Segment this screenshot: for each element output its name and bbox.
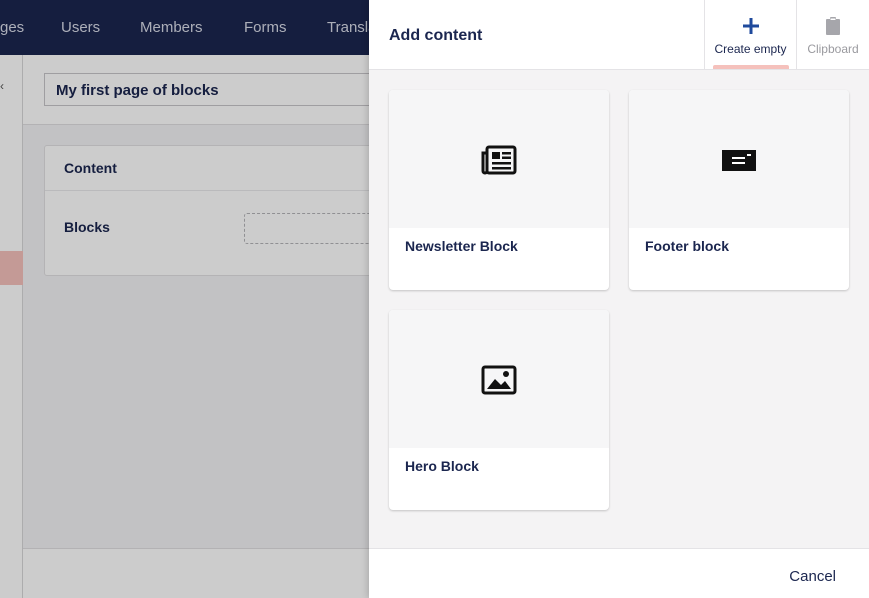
clipboard-icon bbox=[826, 17, 840, 35]
clipboard-label: Clipboard bbox=[807, 42, 859, 56]
create-empty-button[interactable]: Create empty bbox=[704, 0, 796, 69]
picture-icon bbox=[481, 365, 517, 395]
plus-icon bbox=[742, 18, 759, 34]
create-empty-label: Create empty bbox=[714, 42, 787, 56]
newspaper-icon bbox=[481, 145, 517, 175]
clipboard-button[interactable]: Clipboard bbox=[796, 0, 869, 69]
block-card-label: Newsletter Block bbox=[405, 238, 518, 254]
cancel-button[interactable]: Cancel bbox=[789, 568, 836, 585]
block-card-footer[interactable]: Footer block bbox=[629, 90, 849, 290]
block-card-label: Hero Block bbox=[405, 458, 479, 474]
dialog-header: Add content Create empty Clipboard bbox=[369, 0, 869, 70]
dialog-footer: Cancel bbox=[369, 548, 869, 598]
block-card-label: Footer block bbox=[645, 238, 730, 254]
block-thumbnail bbox=[389, 310, 609, 448]
block-card-newsletter[interactable]: Newsletter Block bbox=[389, 90, 609, 290]
add-content-dialog: Add content Create empty Clipboard Newsl… bbox=[369, 0, 869, 598]
block-thumbnail bbox=[629, 90, 849, 228]
dialog-title: Add content bbox=[389, 27, 483, 44]
active-tab-indicator bbox=[713, 65, 789, 69]
card-icon bbox=[722, 150, 756, 171]
block-thumbnail bbox=[389, 90, 609, 228]
block-card-hero[interactable]: Hero Block bbox=[389, 310, 609, 510]
